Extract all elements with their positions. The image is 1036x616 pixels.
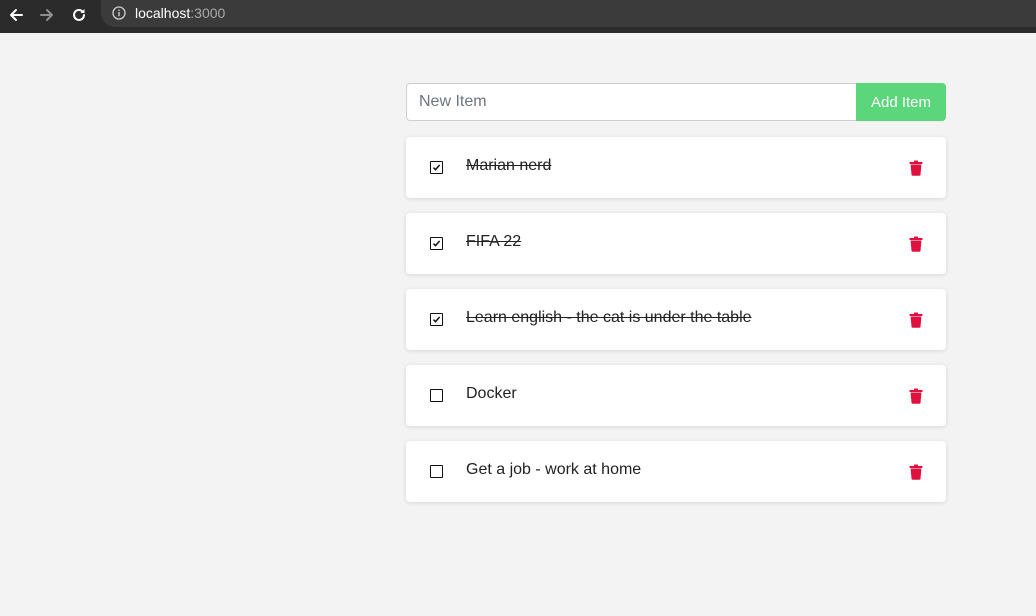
todo-item: Learn english - the cat is under the tab… — [406, 289, 946, 350]
trash-icon — [909, 464, 923, 480]
reload-button[interactable] — [67, 3, 91, 27]
delete-button[interactable] — [908, 311, 924, 328]
todo-label: Marian nerd — [466, 157, 552, 174]
todo-label: FIFA 22 — [466, 233, 522, 250]
back-button[interactable] — [4, 3, 28, 27]
checkbox-checked[interactable] — [430, 313, 443, 326]
arrow-right-icon — [40, 9, 53, 21]
add-item-button[interactable]: Add Item — [856, 83, 946, 121]
trash-icon — [909, 160, 923, 176]
trash-icon — [909, 312, 923, 328]
reload-icon — [73, 8, 85, 21]
delete-button[interactable] — [908, 159, 924, 176]
delete-button[interactable] — [908, 235, 924, 252]
checkbox-unchecked[interactable] — [430, 389, 443, 402]
arrow-left-icon — [10, 9, 23, 21]
trash-icon — [909, 388, 923, 404]
todo-label: Learn english - the cat is under the tab… — [466, 309, 752, 326]
checkbox-unchecked[interactable] — [430, 465, 443, 478]
check-icon — [432, 164, 440, 171]
todo-item: FIFA 22 — [406, 213, 946, 274]
todo-item: Get a job - work at home — [406, 441, 946, 502]
trash-icon — [909, 236, 923, 252]
forward-button[interactable] — [35, 3, 59, 27]
todo-label: Get a job - work at home — [466, 461, 642, 478]
address-bar[interactable]: localhost:3000 — [101, 0, 1036, 27]
todo-item: Docker — [406, 365, 946, 426]
checkbox-checked[interactable] — [430, 161, 443, 174]
info-icon[interactable] — [112, 6, 126, 20]
todo-item: Marian nerd — [406, 137, 946, 198]
check-icon — [432, 316, 440, 323]
new-item-input[interactable] — [406, 83, 856, 121]
check-icon — [432, 240, 440, 247]
url-port: :3000 — [190, 5, 226, 21]
todo-label: Docker — [466, 385, 517, 402]
url-text: localhost:3000 — [135, 5, 225, 21]
todo-app: Add Item Marian nerd FIFA 22 Learn english… — [406, 83, 946, 517]
url-host: localhost — [135, 5, 191, 21]
delete-button[interactable] — [908, 463, 924, 480]
delete-button[interactable] — [908, 387, 924, 404]
browser-toolbar: localhost:3000 — [0, 0, 1036, 33]
checkbox-checked[interactable] — [430, 237, 443, 250]
add-item-form: Add Item — [406, 83, 946, 121]
todo-list: Marian nerd FIFA 22 Learn english - the ca… — [406, 137, 946, 502]
